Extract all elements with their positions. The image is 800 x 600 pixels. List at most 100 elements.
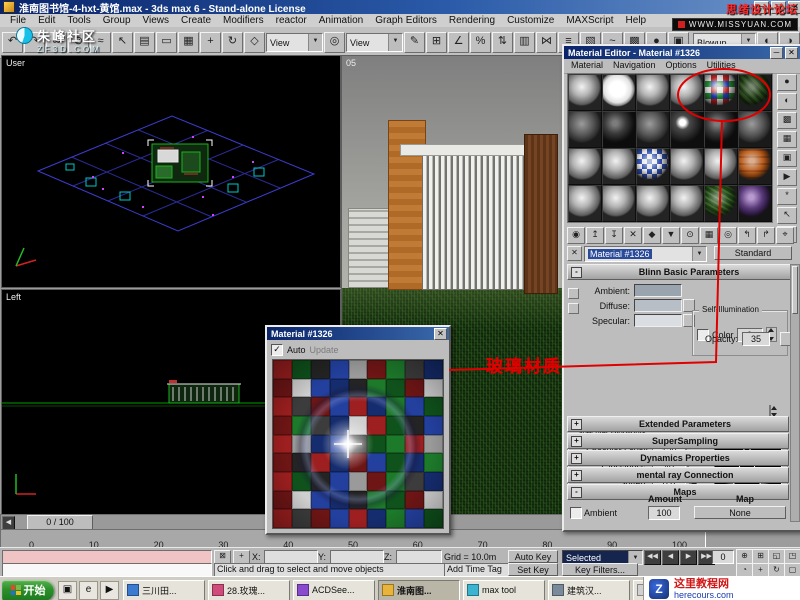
named-selection-sets-icon[interactable]: ▥ (514, 32, 535, 53)
zoom-all-icon[interactable]: ⊞ (752, 549, 769, 564)
menu-item[interactable]: Tools (61, 15, 96, 26)
maxscript-mini-listener[interactable] (2, 563, 212, 577)
go-to-start-icon[interactable]: ◀◀ (644, 550, 661, 565)
menu-item[interactable]: reactor (270, 15, 313, 26)
chevron-down-icon[interactable]: ▼ (388, 34, 402, 51)
reference-coordinate-dropdown[interactable]: View ▼ (266, 33, 323, 52)
forum-banner[interactable]: 思绪设计论坛 WWW.MISSYUAN.COM (672, 1, 798, 31)
absolute-offset-toggle-icon[interactable]: + (233, 550, 250, 564)
diffuse-color-swatch[interactable] (634, 299, 682, 312)
select-and-rotate-icon[interactable]: ↻ (222, 32, 243, 53)
rollout-bar[interactable]: + SuperSampling (567, 433, 789, 449)
rollout-bar[interactable]: + Extended Parameters (567, 416, 789, 432)
taskbar-task-button[interactable]: ACDSee... (293, 580, 375, 600)
material-type-button[interactable]: Standard (714, 246, 792, 260)
map-preview-titlebar[interactable]: Material #1326 ✕ (267, 327, 449, 340)
material-sample-14[interactable] (602, 148, 636, 185)
taskbar-task-button[interactable]: 建筑汉... (548, 580, 630, 600)
material-sample-7[interactable] (568, 111, 602, 148)
material-sample-21[interactable] (636, 185, 670, 222)
go-forward-to-sibling-icon[interactable]: ↱ (757, 227, 775, 244)
material-sample-4[interactable] (670, 74, 704, 111)
set-key-button[interactable]: Set Key (508, 563, 558, 576)
zoom-extents-icon[interactable]: ◱ (768, 549, 785, 564)
go-to-parent-icon[interactable]: ↰ (738, 227, 756, 244)
start-button[interactable]: 开始 (2, 580, 54, 600)
quick-launch-browser-icon[interactable]: e (79, 581, 98, 600)
sample-type-icon[interactable]: ● (777, 74, 797, 91)
zoom-icon[interactable]: ⊕ (736, 549, 753, 564)
material-sample-5[interactable] (704, 74, 738, 111)
quick-launch-desktop-icon[interactable]: ▣ (58, 581, 77, 600)
material-sample-15[interactable] (636, 148, 670, 185)
delete-material-button[interactable]: ✕ (567, 246, 582, 261)
select-and-scale-icon[interactable]: ◇ (244, 32, 265, 53)
menu-item[interactable]: Help (620, 15, 653, 26)
chevron-down-icon[interactable]: ▼ (308, 34, 322, 51)
auto-key-button[interactable]: Auto Key (508, 550, 558, 563)
show-map-in-viewport-icon[interactable]: ▦ (700, 227, 718, 244)
ambient-color-swatch[interactable] (634, 284, 682, 297)
material-sample-17[interactable] (704, 148, 738, 185)
rectangular-selection-region-icon[interactable]: ▭ (156, 32, 177, 53)
make-material-copy-icon[interactable]: ◆ (643, 227, 661, 244)
play-icon[interactable]: ▶ (680, 550, 697, 565)
material-sample-9[interactable] (636, 111, 670, 148)
close-icon[interactable]: ✕ (785, 47, 798, 59)
viewport-user[interactable]: User (1, 55, 341, 288)
material-sample-10[interactable] (670, 111, 704, 148)
taskbar-task-button[interactable]: 28.玫瑰... (208, 580, 290, 600)
add-time-tag[interactable]: Add Time Tag (444, 563, 510, 577)
ambient-map-amount-field[interactable]: 100 (648, 506, 680, 520)
material-sample-13[interactable] (568, 148, 602, 185)
key-filters-button[interactable]: Key Filters... (562, 563, 638, 576)
map-preview-window[interactable]: Material #1326 ✕ ✓ Auto Update (265, 325, 451, 535)
select-by-name-icon[interactable]: ▤ (134, 32, 155, 53)
material-sample-24[interactable] (738, 185, 772, 222)
snap-toggle-icon[interactable]: ⊞ (426, 32, 447, 53)
material-editor-titlebar[interactable]: Material Editor - Material #1326 ─ ✕ (564, 46, 800, 59)
menu-item[interactable]: MAXScript (560, 15, 619, 26)
macro-recorder-listener[interactable] (2, 550, 212, 564)
menu-item[interactable]: Customize (501, 15, 560, 26)
menu-item[interactable]: File (4, 15, 32, 26)
viewport-left-label[interactable]: Left (6, 292, 21, 302)
taskbar-task-button[interactable]: 淮南图... (378, 580, 460, 600)
reset-map-icon[interactable]: ✕ (624, 227, 642, 244)
pick-material-icon[interactable]: ⌖ (776, 227, 794, 244)
options-icon[interactable]: * (777, 188, 797, 205)
material-sample-18[interactable] (738, 148, 772, 185)
auto-update-checkbox[interactable]: ✓ (271, 344, 283, 356)
view-dropdown-2[interactable]: View ▼ (346, 33, 403, 52)
previous-frame-icon[interactable]: ◀ (662, 550, 679, 565)
material-editor-menu-item[interactable]: Utilities (702, 60, 741, 72)
select-object-icon[interactable]: ↖ (112, 32, 133, 53)
menu-item[interactable]: Group (97, 15, 137, 26)
material-editor-menu-item[interactable]: Navigation (608, 60, 661, 72)
specular-color-swatch[interactable] (634, 314, 682, 327)
quick-launch-player-icon[interactable]: ▶ (100, 581, 119, 600)
backlight-icon[interactable]: ◐ (777, 93, 797, 110)
rollout-bar[interactable]: + mental ray Connection (567, 467, 789, 483)
menu-item[interactable]: Animation (313, 15, 369, 26)
material-sample-12[interactable] (738, 111, 772, 148)
x-coordinate-field[interactable] (264, 550, 318, 564)
material-sample-3[interactable] (636, 74, 670, 111)
material-sample-11[interactable] (704, 111, 738, 148)
material-sample-6[interactable] (738, 74, 772, 111)
menu-item[interactable]: Graph Editors (369, 15, 443, 26)
window-crossing-icon[interactable]: ▦ (178, 32, 199, 53)
show-end-result-icon[interactable]: ◎ (719, 227, 737, 244)
mirror-icon[interactable]: ⋈ (536, 32, 557, 53)
close-icon[interactable]: ✕ (434, 328, 447, 340)
video-color-check-icon[interactable]: ▣ (777, 150, 797, 167)
assign-material-to-selection-icon[interactable]: ↧ (605, 227, 623, 244)
previous-frame-arrow-button[interactable]: ◀ (2, 516, 15, 530)
material-sample-2[interactable] (602, 74, 636, 111)
put-to-library-icon[interactable]: ▼ (662, 227, 680, 244)
chevron-down-icon[interactable]: ▼ (692, 247, 706, 261)
viewport-user-label[interactable]: User (6, 58, 25, 68)
spinner-snap-icon[interactable]: ⇅ (492, 32, 513, 53)
selection-lock-toggle-icon[interactable]: ⊠ (214, 550, 231, 564)
angle-snap-icon[interactable]: ∠ (448, 32, 469, 53)
